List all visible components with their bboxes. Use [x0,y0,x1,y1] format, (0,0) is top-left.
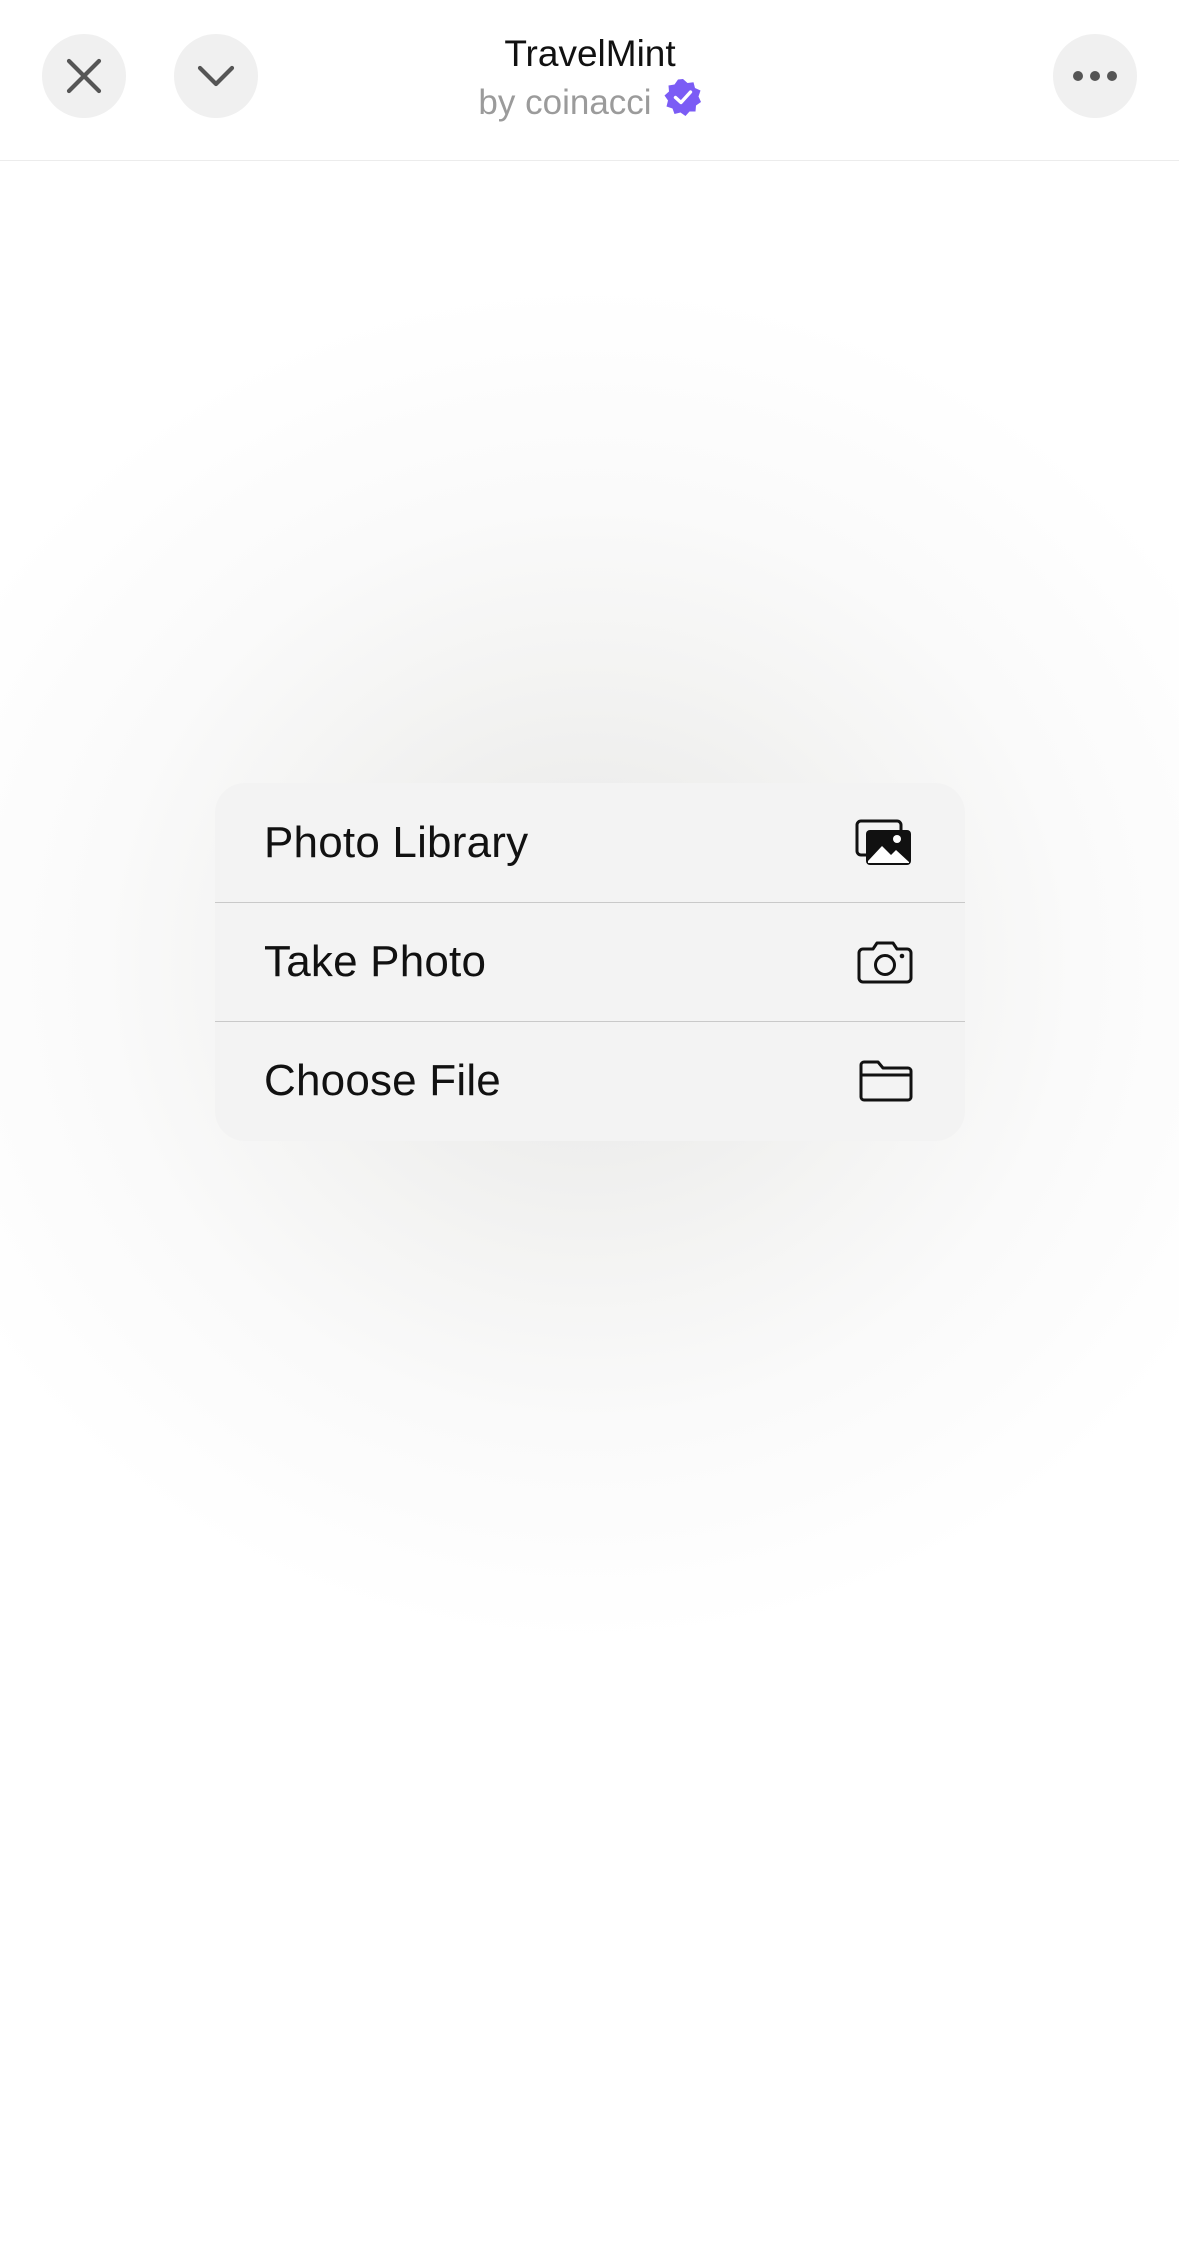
menu-item-label: Choose File [264,1056,501,1105]
app-developer: by coinacci [340,78,840,127]
chevron-down-icon [196,64,236,88]
collapse-button[interactable] [174,34,258,118]
title-block: TravelMint by coinacci [340,30,840,127]
photo-library-icon [855,819,913,867]
developer-name: by coinacci [478,82,652,122]
file-picker-menu: Photo Library Take Photo Choose File [215,783,965,1141]
app-header: TravelMint by coinacci [0,0,1179,161]
app-title: TravelMint [504,33,676,74]
verified-badge-icon [664,78,702,127]
close-icon [65,57,103,95]
menu-item-label: Photo Library [264,817,529,867]
more-icon [1072,70,1118,82]
menu-item-choose-file[interactable]: Choose File [215,1021,965,1140]
folder-icon [859,1060,913,1102]
menu-item-take-photo[interactable]: Take Photo [215,902,965,1021]
more-options-button[interactable] [1053,34,1137,118]
menu-item-label: Take Photo [264,937,487,986]
close-button[interactable] [42,34,126,118]
camera-icon [857,940,913,984]
content-area [0,161,1179,2263]
menu-item-photo-library[interactable]: Photo Library [215,783,965,902]
